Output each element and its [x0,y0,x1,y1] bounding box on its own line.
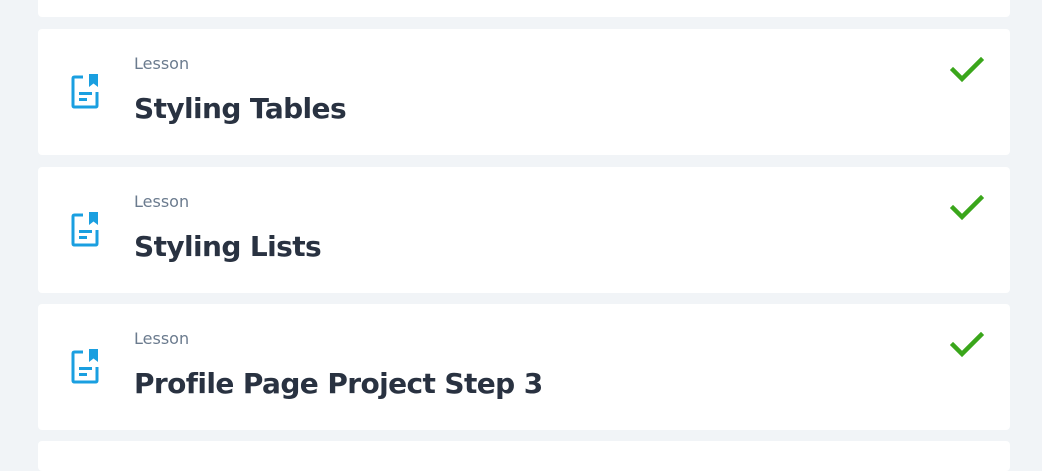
lesson-document-icon [70,211,102,249]
lesson-type-label: Lesson [134,329,190,348]
lesson-card[interactable]: Lesson Profile Page Project Step 3 [38,304,1010,430]
lesson-title[interactable]: Profile Page Project Step 3 [134,367,543,401]
previous-lesson-card-partial[interactable] [38,0,1010,17]
lesson-title[interactable]: Styling Lists [134,230,322,264]
next-lesson-card-partial[interactable] [38,441,1010,471]
lesson-card[interactable]: Lesson Styling Tables [38,29,1010,155]
lesson-title[interactable]: Styling Tables [134,92,347,126]
check-icon [950,195,984,221]
check-icon [950,332,984,358]
lesson-type-label: Lesson [134,192,190,211]
lesson-document-icon [70,348,102,386]
check-icon [950,57,984,83]
lesson-document-icon [70,73,102,111]
lesson-type-label: Lesson [134,54,190,73]
lesson-card[interactable]: Lesson Styling Lists [38,167,1010,293]
